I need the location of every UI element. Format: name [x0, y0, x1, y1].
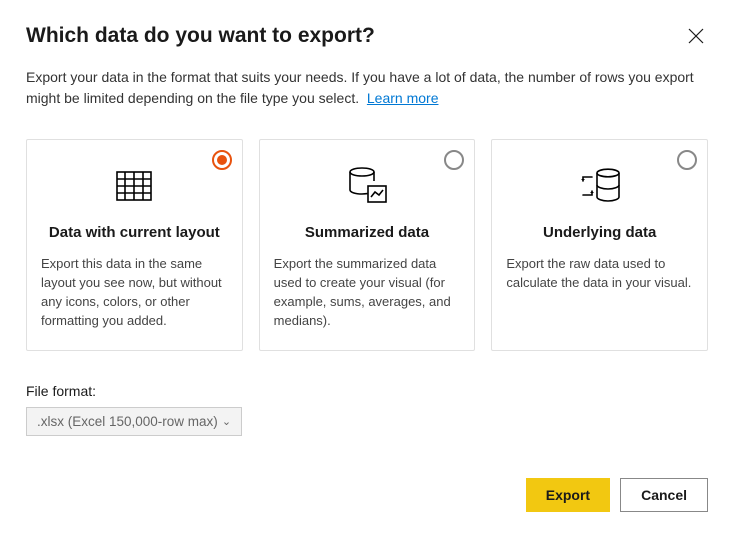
dialog-title: Which data do you want to export?: [26, 24, 375, 48]
option-summarized-data[interactable]: Summarized data Export the summarized da…: [259, 139, 476, 351]
option-title: Underlying data: [506, 224, 693, 241]
dialog-footer: Export Cancel: [526, 478, 708, 512]
radio-selected-icon: [212, 150, 232, 170]
radio-unselected-icon: [444, 150, 464, 170]
option-description: Export this data in the same layout you …: [41, 255, 228, 330]
export-options-group: Data with current layout Export this dat…: [26, 139, 708, 351]
option-data-with-current-layout[interactable]: Data with current layout Export this dat…: [26, 139, 243, 351]
close-icon: [688, 32, 704, 47]
export-button[interactable]: Export: [526, 478, 610, 512]
dialog-description: Export your data in the format that suit…: [26, 67, 708, 109]
file-format-label: File format:: [26, 383, 708, 399]
cancel-button[interactable]: Cancel: [620, 478, 708, 512]
option-title: Data with current layout: [41, 224, 228, 241]
option-underlying-data[interactable]: Underlying data Export the raw data used…: [491, 139, 708, 351]
database-chart-icon: [274, 154, 461, 218]
learn-more-link[interactable]: Learn more: [367, 90, 439, 106]
file-format-select[interactable]: .xlsx (Excel 150,000-row max) ⌄: [26, 407, 242, 436]
file-format-value: .xlsx (Excel 150,000-row max): [37, 414, 218, 429]
option-title: Summarized data: [274, 224, 461, 241]
table-icon: [41, 154, 228, 218]
radio-unselected-icon: [677, 150, 697, 170]
close-button[interactable]: [684, 24, 708, 51]
option-description: Export the raw data used to calculate th…: [506, 255, 693, 293]
chevron-down-icon: ⌄: [222, 415, 231, 428]
database-sync-icon: [506, 154, 693, 218]
option-description: Export the summarized data used to creat…: [274, 255, 461, 330]
